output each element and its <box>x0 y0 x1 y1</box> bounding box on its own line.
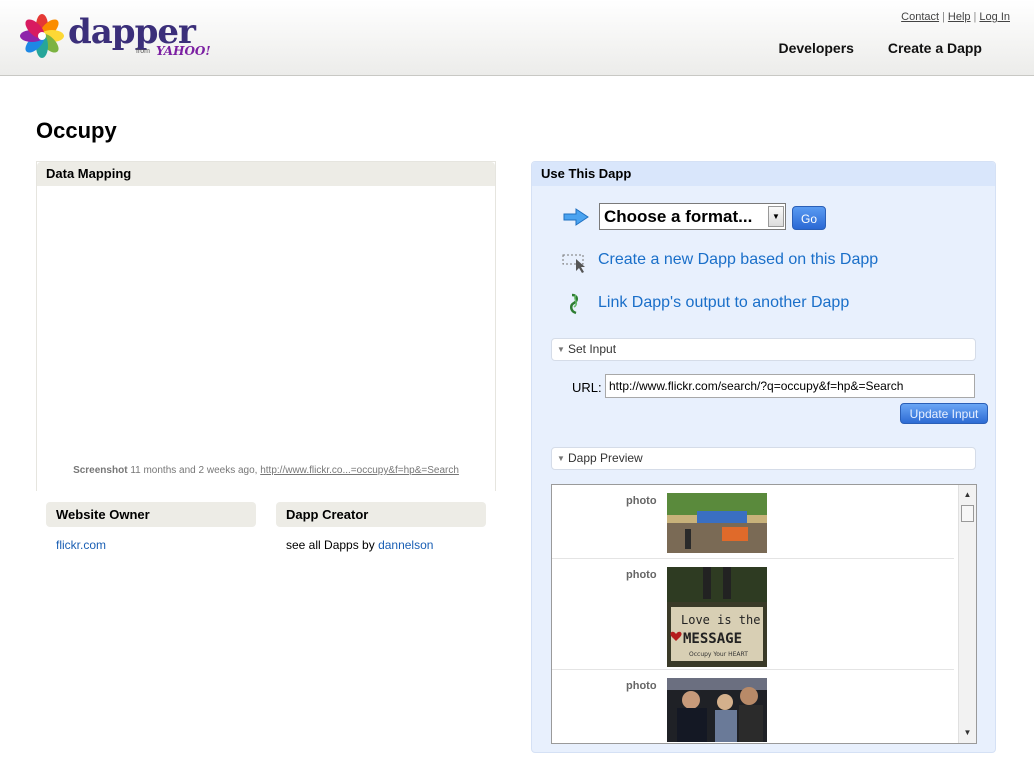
link-output-link[interactable]: Link Dapp's output to another Dapp <box>598 294 849 312</box>
photo-thumbnail[interactable] <box>667 493 767 553</box>
sign-line-3: Occupy Your HEART <box>689 651 748 658</box>
scroll-up-icon[interactable]: ▲ <box>959 487 976 503</box>
format-select-value: Choose a format... <box>604 207 753 226</box>
list-item: photo Love is the MESSAGE Occupy Your HE… <box>552 559 954 670</box>
dapp-creator-title: Dapp Creator <box>276 502 486 527</box>
dapp-preview-list[interactable]: photo photo Love is the MESSAGE Occupy Y <box>551 484 977 744</box>
go-button[interactable]: Go <box>792 206 826 230</box>
collapse-triangle-icon: ▼ <box>557 345 565 354</box>
update-input-button[interactable]: Update Input <box>900 403 988 424</box>
preview-scrollbar[interactable]: ▲ ▼ <box>958 485 976 743</box>
top-links: Contact | Help | Log In <box>901 11 1010 23</box>
logo-yahoo-text: YAHOO! <box>156 44 211 58</box>
login-link[interactable]: Log In <box>979 11 1010 23</box>
list-item: photo <box>552 670 954 743</box>
url-label: URL: <box>572 380 602 395</box>
row-label: photo <box>626 495 657 507</box>
row-label: photo <box>626 680 657 692</box>
caption-time: 11 months and 2 weeks ago, <box>130 465 258 476</box>
nav-create-dapp[interactable]: Create a Dapp <box>888 40 982 56</box>
website-owner-title: Website Owner <box>46 502 256 527</box>
creator-link[interactable]: dannelson <box>378 538 433 552</box>
help-link[interactable]: Help <box>948 11 971 23</box>
set-input-header[interactable]: ▼ Set Input <box>551 338 976 361</box>
nav-developers[interactable]: Developers <box>778 40 853 56</box>
data-mapping-panel: Data Mapping Screenshot 11 months and 2 … <box>36 161 496 491</box>
contact-link[interactable]: Contact <box>901 11 939 23</box>
creator-text: see all Dapps by <box>286 538 375 552</box>
page-title: Occupy <box>36 118 117 143</box>
dapp-preview-label: Dapp Preview <box>568 451 643 465</box>
sign-line-2: MESSAGE <box>683 631 742 647</box>
use-dapp-title: Use This Dapp <box>532 162 995 186</box>
collapse-triangle-icon: ▼ <box>557 454 565 463</box>
list-item: photo <box>552 485 954 559</box>
dapper-logo[interactable]: dapper from YAHOO! <box>20 12 220 62</box>
chevron-down-icon[interactable]: ▼ <box>768 206 784 227</box>
data-mapping-title: Data Mapping <box>37 162 495 186</box>
cursor-selection-icon <box>562 254 585 273</box>
caption-link[interactable]: http://www.flickr.co...=occupy&f=hp&=Sea… <box>260 465 459 476</box>
scroll-thumb[interactable] <box>961 505 974 522</box>
caption-label: Screenshot <box>73 465 128 476</box>
arrow-right-icon <box>563 208 589 226</box>
format-select[interactable]: Choose a format... ▼ <box>599 203 786 230</box>
set-input-label: Set Input <box>568 342 617 356</box>
main-nav: Developers Create a Dapp <box>748 40 982 56</box>
create-new-dapp-link[interactable]: Create a new Dapp based on this Dapp <box>598 251 878 269</box>
row-label: photo <box>626 569 657 581</box>
screenshot-caption: Screenshot 11 months and 2 weeks ago, ht… <box>37 465 495 476</box>
url-input[interactable]: http://www.flickr.com/search/?q=occupy&f… <box>605 374 975 398</box>
photo-thumbnail[interactable] <box>667 678 767 742</box>
flower-logo-icon <box>20 14 64 58</box>
dapp-preview-header[interactable]: ▼ Dapp Preview <box>551 447 976 470</box>
scroll-down-icon[interactable]: ▼ <box>959 725 976 741</box>
sign-line-1: Love is the <box>681 613 760 627</box>
chain-link-icon <box>570 293 578 315</box>
logo-from-text: from <box>136 48 150 55</box>
site-header: dapper from YAHOO! Contact | Help | Log In D… <box>0 0 1034 76</box>
use-dapp-panel: Use This Dapp Choose a format... ▼ Go Cr… <box>531 161 996 753</box>
owner-link[interactable]: flickr.com <box>56 538 106 552</box>
dapp-creator-box: Dapp Creator see all Dapps by dannelson <box>276 502 486 563</box>
website-owner-box: Website Owner flickr.com <box>46 502 256 563</box>
photo-thumbnail[interactable]: Love is the MESSAGE Occupy Your HEART <box>667 567 767 667</box>
